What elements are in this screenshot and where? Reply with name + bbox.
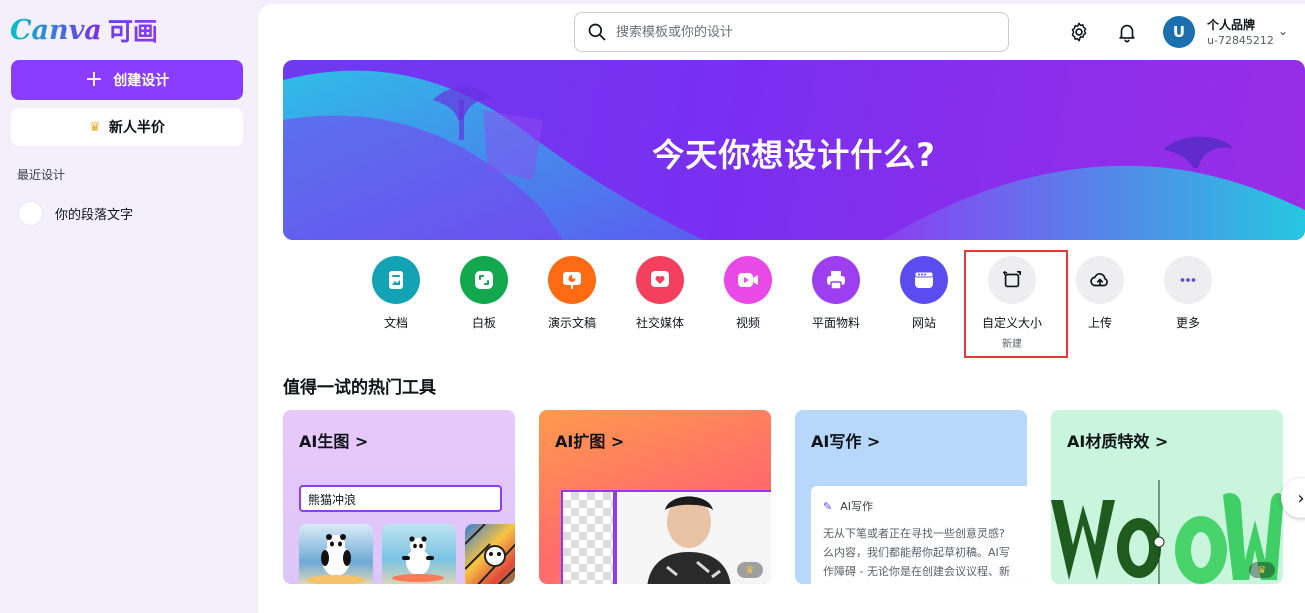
heart-icon <box>636 256 684 304</box>
category-website[interactable]: 网站 <box>884 256 964 331</box>
recent-design-item[interactable]: 你的段落文字 <box>18 201 133 226</box>
more-icon <box>1164 256 1212 304</box>
expand-canvas-area <box>561 490 615 584</box>
category-label: 网站 <box>911 316 936 330</box>
hero-banner: 今天你想设计什么? <box>283 60 1305 240</box>
category-print[interactable]: 平面物料 <box>796 256 876 331</box>
promo-label: 新人半价 <box>108 120 165 136</box>
account-name[interactable]: 个人品牌 <box>1207 16 1255 33</box>
ai-writing-preview: ✎ AI写作 无从下笔或者正在寻找一些创意灵感? 么内容，我们都能帮你起草初稿。… <box>811 486 1027 584</box>
tool-card-title: AI材质特效 > <box>1067 432 1169 451</box>
category-label: 视频 <box>735 316 760 330</box>
canva-logo[interactable]: Canva 可画 <box>10 12 158 48</box>
document-icon <box>372 256 420 304</box>
crown-icon: ♛ <box>89 119 101 135</box>
recent-designs-heading: 最近设计 <box>17 168 66 182</box>
settings-button[interactable] <box>1067 20 1091 44</box>
category-presentation[interactable]: 演示文稿 <box>532 256 612 331</box>
category-label: 白板 <box>471 316 496 330</box>
create-design-button[interactable]: + 创建设计 <box>11 60 243 100</box>
panda-surf-thumbnail <box>382 524 456 584</box>
category-custom-size[interactable]: 自定义大小 新建 <box>972 256 1052 350</box>
presentation-icon <box>548 256 596 304</box>
main-panel: U 个人品牌 u-72845212 ⌄ 今天你想设计什么? <box>258 4 1305 613</box>
carousel-next-button[interactable]: › <box>1281 478 1305 518</box>
avatar[interactable]: U <box>1163 16 1195 48</box>
category-whiteboard[interactable]: 白板 <box>444 256 524 331</box>
tool-card-ai-writing[interactable]: AI写作 > ✎ AI写作 无从下笔或者正在寻找一些创意灵感? 么内容，我们都能… <box>795 410 1027 584</box>
new-user-promo-button[interactable]: ♛ 新人半价 <box>11 108 243 146</box>
ai-prompt-input[interactable]: 熊猫冲浪 <box>299 485 502 512</box>
create-design-label: 创建设计 <box>113 73 170 89</box>
tool-card-title: AI写作 > <box>811 432 881 451</box>
tool-card-ai-texture[interactable]: AI材质特效 > ♛ <box>1051 410 1283 584</box>
ai-writing-line: 无从下笔或者正在寻找一些创意灵感? <box>823 527 1005 540</box>
category-label: 平面物料 <box>811 316 860 330</box>
category-upload[interactable]: 上传 <box>1060 256 1140 331</box>
whiteboard-icon <box>460 256 508 304</box>
printer-icon <box>812 256 860 304</box>
plus-icon: + <box>84 67 104 92</box>
banner-title: 今天你想设计什么? <box>652 136 936 174</box>
category-social-media[interactable]: 社交媒体 <box>620 256 700 331</box>
search-input[interactable] <box>616 24 996 40</box>
gear-icon <box>1071 22 1087 42</box>
chevron-down-icon[interactable]: ⌄ <box>1278 24 1288 38</box>
tool-card-title: AI扩图 > <box>555 432 625 451</box>
category-label: 上传 <box>1087 316 1112 330</box>
ai-writing-line: 么内容，我们都能帮你起草初稿。AI写 <box>823 546 1010 559</box>
search-icon <box>588 23 606 41</box>
logo-wordmark: Canva <box>10 14 102 46</box>
bell-icon <box>1119 24 1135 43</box>
sidebar: Canva 可画 + 创建设计 ♛ 新人半价 最近设计 你的段落文字 <box>0 0 258 613</box>
custom-size-icon <box>988 256 1036 304</box>
category-document[interactable]: 文档 <box>356 256 436 331</box>
category-sublabel: 新建 <box>1002 339 1022 350</box>
tool-card-ai-expand[interactable]: AI扩图 > ♛ <box>539 410 771 584</box>
ai-writing-box-title: AI写作 <box>840 500 873 513</box>
category-video[interactable]: 视频 <box>708 256 788 331</box>
chevron-right-icon: › <box>1297 487 1305 509</box>
video-icon <box>724 256 772 304</box>
account-id: u-72845212 <box>1207 34 1274 47</box>
popular-tools-heading: 值得一试的热门工具 <box>283 378 436 398</box>
logo-cn-wordmark: 可画 <box>108 12 158 48</box>
tool-card-ai-image[interactable]: AI生图 > 熊猫冲浪 <box>283 410 515 584</box>
upload-cloud-icon <box>1076 256 1124 304</box>
ai-writing-line: 作障碍 - 无论你是在创建会议议程、新 <box>823 565 1010 578</box>
panda-surf-thumbnail <box>299 524 373 584</box>
category-more[interactable]: 更多 <box>1148 256 1228 331</box>
panda-stained-glass-thumbnail <box>465 524 515 584</box>
notifications-button[interactable] <box>1115 20 1139 44</box>
category-label: 更多 <box>1175 316 1200 330</box>
category-label: 自定义大小 <box>981 316 1042 330</box>
website-icon <box>900 256 948 304</box>
recent-design-thumbnail <box>18 201 43 226</box>
search-bar[interactable] <box>574 12 1009 52</box>
magic-wand-icon: ✎ <box>823 499 833 513</box>
premium-crown-badge: ♛ <box>1249 562 1275 578</box>
recent-design-label: 你的段落文字 <box>55 208 134 223</box>
category-label: 文档 <box>383 316 408 330</box>
tool-card-title: AI生图 > <box>299 432 369 451</box>
premium-crown-badge: ♛ <box>737 562 763 578</box>
category-label: 演示文稿 <box>547 316 596 330</box>
category-label: 社交媒体 <box>635 316 684 330</box>
